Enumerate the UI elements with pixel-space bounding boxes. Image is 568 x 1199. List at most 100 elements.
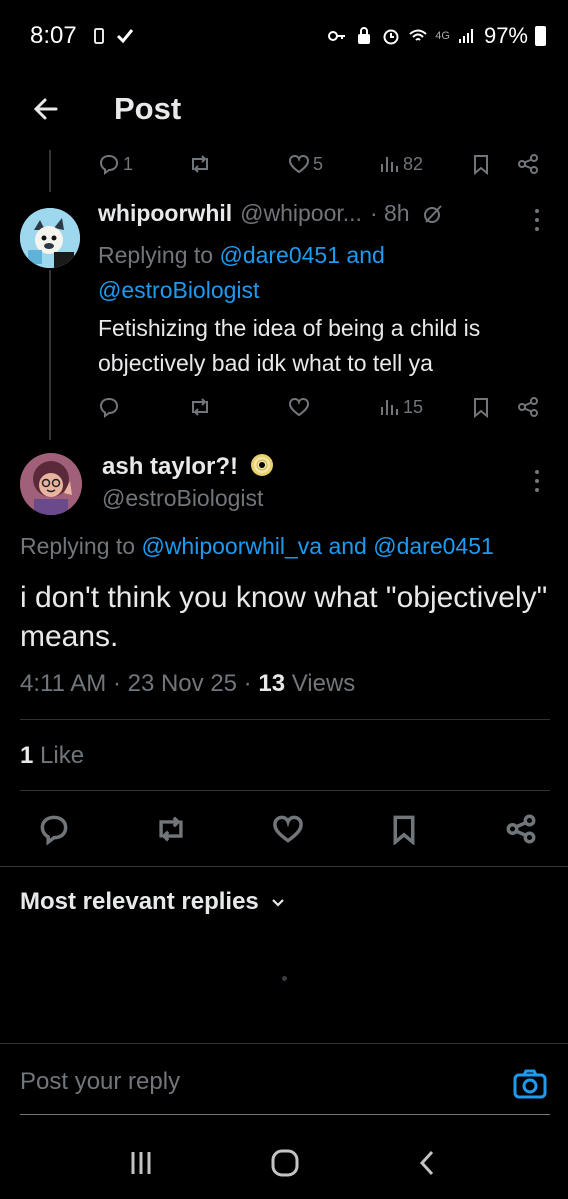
author-name[interactable]: whipoorwhil <box>98 200 232 227</box>
bookmark-button[interactable] <box>470 153 492 175</box>
cd-disc-icon <box>250 454 273 476</box>
likes-count: 1 <box>20 742 34 769</box>
like-button[interactable] <box>288 396 310 418</box>
arrow-left-icon <box>33 98 58 120</box>
views-button[interactable]: 15 <box>378 396 423 418</box>
prev-tweet-actions: 1 5 82 <box>98 146 548 182</box>
grok-icon[interactable] <box>422 203 444 225</box>
input-underline <box>20 1114 550 1115</box>
heart-icon[interactable] <box>272 813 304 845</box>
share-button[interactable] <box>516 396 540 418</box>
bookmark-icon <box>474 398 488 418</box>
views-icon <box>381 400 398 415</box>
thread-line <box>49 270 51 440</box>
share-button[interactable] <box>516 153 540 175</box>
repost-icon <box>192 155 208 173</box>
bookmark-icon[interactable] <box>388 813 420 845</box>
heart-icon <box>288 154 310 174</box>
status-right-icons: 4G 97% <box>327 23 546 49</box>
tweet-text: i don't think you know what "objectively… <box>20 581 548 653</box>
wifi-icon <box>409 29 427 41</box>
repost-icon <box>192 398 208 416</box>
reply-button[interactable]: 1 <box>98 153 133 175</box>
alarm-icon <box>383 29 399 45</box>
status-left-icons <box>89 26 135 46</box>
avatar-image <box>20 453 82 515</box>
views-button[interactable]: 82 <box>378 153 423 175</box>
home-icon[interactable] <box>269 1147 301 1179</box>
loading-indicator <box>282 976 287 981</box>
replying-prefix: Replying to <box>20 533 136 559</box>
mention-link[interactable]: @whipoorwhil_va <box>141 533 322 559</box>
heart-icon <box>288 397 310 417</box>
reply-tweet-body: Replying to @dare0451 and @estroBiologis… <box>98 238 548 381</box>
replies-sort-dropdown[interactable]: Most relevant replies <box>20 888 287 916</box>
replying-to-line: Replying to @whipoorwhil_va and @dare045… <box>20 533 494 560</box>
lock-icon <box>358 27 371 44</box>
more-options-icon[interactable] <box>535 470 539 492</box>
mention-link[interactable]: @estroBiologist <box>98 277 259 303</box>
likes-summary[interactable]: 1 Like <box>20 742 84 770</box>
reply-icon <box>99 397 119 418</box>
bookmark-button[interactable] <box>470 396 492 418</box>
repost-button[interactable] <box>188 153 212 175</box>
status-bar: 8:07 4G 97% <box>0 0 568 72</box>
key-icon <box>328 31 346 41</box>
recent-apps-icon[interactable] <box>126 1148 156 1178</box>
views-label[interactable]: Views <box>292 670 356 697</box>
divider <box>0 1043 568 1044</box>
tweet-text: Fetishizing the idea of being a child is… <box>98 315 481 376</box>
header: Post <box>0 76 568 142</box>
avatar-ash-taylor[interactable] <box>20 453 82 515</box>
author-name[interactable]: ash taylor?! <box>102 453 238 480</box>
author-handle[interactable]: @whipoor... <box>240 200 362 227</box>
back-button[interactable] <box>24 87 68 131</box>
main-tweet-actions <box>38 808 538 850</box>
share-icon <box>518 397 538 417</box>
views-count: 82 <box>403 153 424 174</box>
back-nav-icon[interactable] <box>414 1148 442 1178</box>
camera-button[interactable] <box>512 1066 548 1102</box>
divider <box>20 790 550 791</box>
reply-count: 1 <box>123 153 134 174</box>
reply-tweet-header: whipoorwhil @whipoor... · 8h <box>98 200 548 227</box>
reply-input[interactable]: Post your reply <box>20 1068 180 1096</box>
mention-link[interactable]: @dare0451 <box>373 533 494 559</box>
reply-icon[interactable] <box>38 813 70 845</box>
repost-icon[interactable] <box>154 813 188 845</box>
post-date: 23 Nov 25 <box>127 670 238 697</box>
chevron-down-icon <box>271 899 284 907</box>
post-time: 4:11 AM <box>20 670 107 697</box>
reply-icon <box>99 154 119 175</box>
post-time: · 8h <box>369 200 410 226</box>
phone-icon <box>93 28 104 44</box>
avatar-whipoorwhil[interactable] <box>20 208 80 268</box>
views-icon <box>381 157 398 172</box>
more-options-icon[interactable] <box>535 209 539 231</box>
replying-prefix: Replying to <box>98 242 214 268</box>
bookmark-icon <box>474 155 488 175</box>
thread-line <box>49 150 51 192</box>
share-icon[interactable] <box>504 813 538 845</box>
reply-button[interactable] <box>98 396 120 418</box>
repost-button[interactable] <box>188 396 212 418</box>
page-title: Post <box>114 91 182 126</box>
author-handle[interactable]: @estroBiologist <box>102 485 263 512</box>
views-count: 13 <box>258 670 286 697</box>
author-name-row: ash taylor?! <box>102 452 275 481</box>
like-button[interactable]: 5 <box>288 153 323 175</box>
post-meta: 4:11 AM · 23 Nov 25 · 13 Views <box>20 670 356 697</box>
status-time: 8:07 <box>30 22 77 49</box>
replying-and: and <box>328 533 367 559</box>
replying-and: and <box>346 242 385 268</box>
divider <box>0 866 568 867</box>
checkmark-badge-icon <box>116 29 133 44</box>
signal-icon <box>458 29 473 43</box>
replying-to-line: Replying to @dare0451 and @estroBiologis… <box>98 238 548 308</box>
replies-sort-label: Most relevant replies <box>20 888 259 915</box>
system-nav-bar <box>0 1126 568 1199</box>
battery-icon <box>535 26 546 46</box>
divider <box>20 719 550 720</box>
camera-icon <box>513 1069 547 1099</box>
mention-link[interactable]: @dare0451 <box>219 242 340 268</box>
